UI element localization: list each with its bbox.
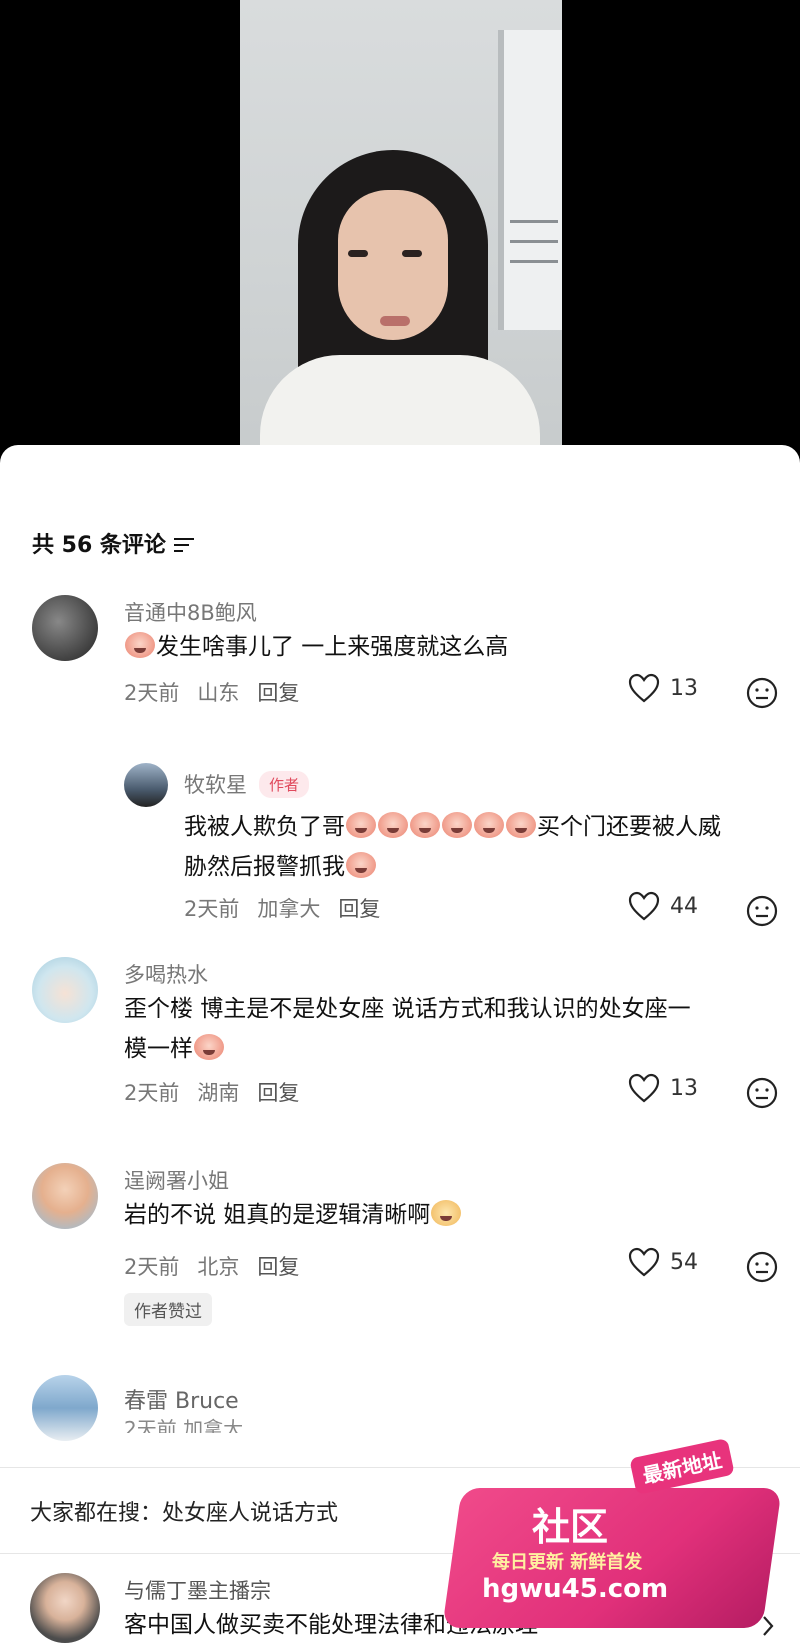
comment-text: 发生啥事儿了 一上来强度就这么高 xyxy=(124,627,508,667)
background-window xyxy=(498,30,562,330)
watermark-title: 社区 xyxy=(532,1505,609,1549)
crying-emoji-icon xyxy=(378,812,408,838)
heart-icon xyxy=(628,673,660,703)
comments-count: 共 56 条评论 xyxy=(32,533,166,558)
like-button[interactable]: 54 xyxy=(628,1247,698,1277)
person-lips xyxy=(380,316,410,326)
person-eye xyxy=(348,250,368,257)
watermark-slogan: 每日更新 新鲜首发 xyxy=(492,1552,643,1573)
comments-header: 共 56 条评论 xyxy=(32,527,196,559)
comment-username[interactable]: 音通中8B鲍风 xyxy=(124,597,257,627)
crying-emoji-icon xyxy=(442,812,472,838)
person-eye xyxy=(402,250,422,257)
crying-emoji-icon xyxy=(194,1034,224,1060)
crying-emoji-icon xyxy=(346,852,376,878)
reply-button[interactable]: 回复 xyxy=(257,1077,299,1107)
avatar[interactable] xyxy=(32,595,98,661)
emoji-icon xyxy=(431,1200,462,1226)
watermark-tag: 最新地址 xyxy=(629,1438,735,1495)
comment-text: 歪个楼 博主是不是处女座 说话方式和我认识的处女座一 模一样 xyxy=(124,996,691,1062)
like-button[interactable]: 13 xyxy=(628,673,698,703)
avatar[interactable] xyxy=(32,1163,98,1229)
dislike-icon[interactable] xyxy=(746,1251,778,1283)
comment-time: 2天前 xyxy=(124,681,180,705)
crying-emoji-icon xyxy=(474,812,504,838)
comment-location: 山东 xyxy=(197,681,240,705)
like-button[interactable]: 13 xyxy=(628,1073,698,1103)
reply-button[interactable]: 回复 xyxy=(257,677,299,707)
like-count: 13 xyxy=(670,1075,698,1101)
comment-text: 我被人欺负了哥 买个门还要被人威 胁然后报警抓我 xyxy=(184,812,721,880)
dislike-icon[interactable] xyxy=(746,1077,778,1109)
like-count: 54 xyxy=(670,1249,698,1275)
crying-emoji-icon xyxy=(125,632,155,658)
comment-text-clipped: 2天前 加拿大 xyxy=(124,1417,244,1433)
author-tag: 作者 xyxy=(259,771,310,798)
video-player[interactable] xyxy=(0,0,800,460)
like-count: 44 xyxy=(670,893,698,919)
sort-icon[interactable] xyxy=(173,535,196,552)
comment-text: 岩的不说 姐真的是逻辑清晰啊 xyxy=(124,1195,462,1235)
reply-button[interactable]: 回复 xyxy=(338,893,380,923)
watermark-logo: 最新地址 社区 每日更新 新鲜首发 hgwu45.com xyxy=(442,1438,782,1638)
avatar[interactable] xyxy=(32,957,98,1023)
watermark-url: hgwu45.com xyxy=(482,1574,669,1604)
like-count: 13 xyxy=(670,675,698,701)
crying-emoji-icon xyxy=(410,812,440,838)
author-liked-badge: 作者赞过 xyxy=(124,1293,212,1326)
avatar[interactable] xyxy=(30,1573,100,1643)
avatar[interactable] xyxy=(124,763,168,807)
dislike-icon[interactable] xyxy=(746,895,778,927)
comment-meta: 2天前 北京 回复 xyxy=(124,1251,299,1281)
crying-emoji-icon xyxy=(346,812,376,838)
dislike-icon[interactable] xyxy=(746,677,778,709)
heart-icon xyxy=(628,1073,660,1103)
comment-username[interactable]: 牧软星 作者 xyxy=(184,769,310,799)
like-button[interactable]: 44 xyxy=(628,891,698,921)
comment-meta: 2天前 加拿大 回复 xyxy=(184,893,380,923)
heart-icon xyxy=(628,891,660,921)
preview-username: 与儒丁墨主播宗 xyxy=(124,1579,271,1603)
comment-username[interactable]: 春雷 Bruce xyxy=(124,1383,239,1415)
comments-sheet: 共 56 条评论 音通中8B鲍风 发生啥事儿了 一上来强度就这么高 2天前 山东 … xyxy=(0,445,800,1648)
comment-username[interactable]: 逞阙署小姐 xyxy=(124,1165,229,1195)
avatar[interactable] xyxy=(32,1375,98,1441)
crying-emoji-icon xyxy=(506,812,536,838)
comment-meta: 2天前 湖南 回复 xyxy=(124,1077,299,1107)
heart-icon xyxy=(628,1247,660,1277)
comment-username[interactable]: 多喝热水 xyxy=(124,959,208,989)
reply-button[interactable]: 回复 xyxy=(257,1251,299,1281)
video-frame xyxy=(240,0,562,460)
comment-meta: 2天前 山东 回复 xyxy=(124,677,299,707)
